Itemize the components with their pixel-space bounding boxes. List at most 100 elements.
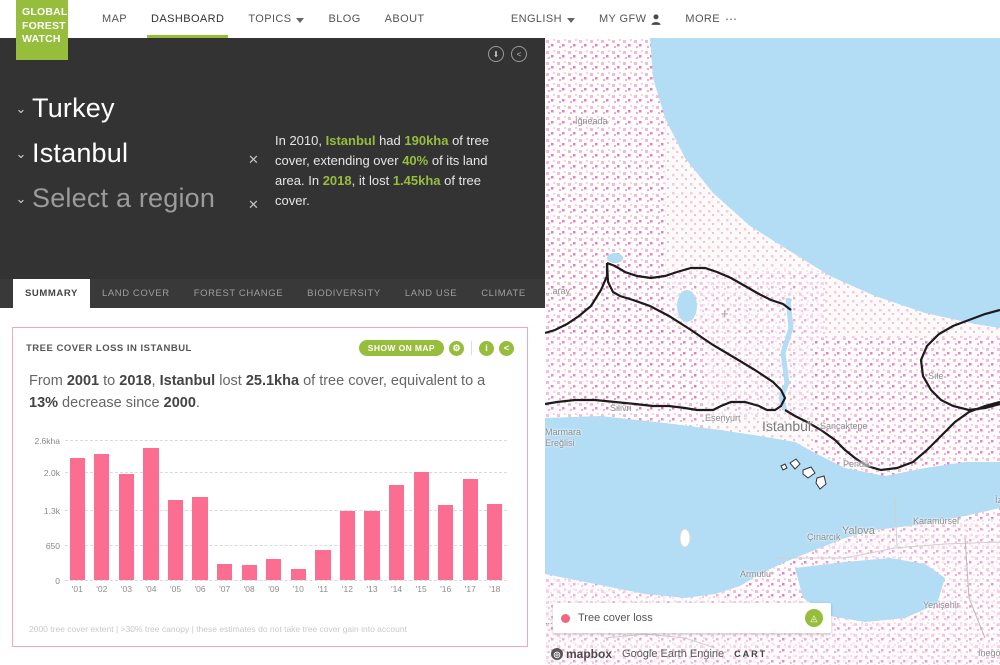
chart-bar[interactable] bbox=[167, 500, 184, 580]
nav-label: MAP bbox=[102, 13, 128, 25]
chart-x-tick: '16 bbox=[440, 584, 452, 594]
chevron-down-icon: ⌄ bbox=[15, 191, 27, 206]
chart-x-tick: '12 bbox=[341, 584, 353, 594]
sentence-pct: 13% bbox=[29, 395, 59, 411]
panel-summary-sentence: In 2010, Istanbul had 190kha of tree cov… bbox=[275, 131, 517, 211]
nav-item-map[interactable]: MAP bbox=[90, 0, 139, 38]
nav-item-blog[interactable]: BLOG bbox=[316, 0, 372, 38]
chart-bar-slot[interactable] bbox=[237, 440, 262, 580]
widget-header: TREE COVER LOSS IN ISTANBUL SHOW ON MAP … bbox=[13, 328, 527, 356]
map-canvas[interactable]: + İğneada ...aray Silivri Esenyurt Istan… bbox=[545, 38, 1000, 665]
chart-bar-slot[interactable] bbox=[262, 440, 287, 580]
chart-gridline: 0 bbox=[55, 576, 507, 586]
chart-x-tick: '06 bbox=[194, 584, 206, 594]
expand-icon[interactable]: ◬ bbox=[805, 609, 823, 627]
chart-bars bbox=[65, 440, 507, 580]
dashboard-tabs: SUMMARY LAND COVER FOREST CHANGE BIODIVE… bbox=[0, 279, 545, 308]
map-label: Yenişehir bbox=[923, 600, 960, 610]
subregion-selector[interactable]: ⌄ Select a region bbox=[10, 176, 270, 221]
map-label: Silivri bbox=[610, 403, 632, 413]
chart-x-tick: '18 bbox=[489, 584, 501, 594]
show-on-map-button[interactable]: SHOW ON MAP bbox=[358, 340, 444, 356]
chart-x-tick: '05 bbox=[169, 584, 182, 594]
chart-bar-slot[interactable] bbox=[65, 440, 90, 580]
mapbox-label: mapbox bbox=[566, 647, 613, 661]
tab-climate[interactable]: CLIMATE bbox=[469, 279, 538, 308]
settings-gear-icon[interactable]: ⚙ bbox=[449, 340, 464, 356]
chart-x-axis: '01 '02 '03 '04 '05 '06 '07 '08 '09 '10 '11 '12 '13 '… bbox=[65, 584, 507, 594]
chart-bar-slot[interactable] bbox=[114, 440, 139, 580]
chart-bar-slot[interactable] bbox=[163, 440, 188, 580]
sentence-part: lost bbox=[215, 373, 246, 389]
nav-item-more[interactable]: MORE ⋯ bbox=[673, 0, 750, 38]
clear-country-button[interactable]: ✕ bbox=[248, 152, 259, 168]
chart-bar[interactable] bbox=[143, 448, 159, 580]
gfw-logo[interactable]: GLOBAL FOREST WATCH bbox=[16, 0, 68, 60]
mapbox-logo[interactable]: ◎ mapbox bbox=[551, 647, 612, 661]
sentence-place: Istanbul bbox=[325, 133, 376, 148]
tab-forest-change[interactable]: FOREST CHANGE bbox=[182, 279, 295, 308]
widget-title: TREE COVER LOSS IN ISTANBUL bbox=[26, 342, 192, 354]
chart-x-tick: '13 bbox=[366, 584, 378, 594]
share-icon[interactable]: < bbox=[511, 46, 527, 62]
chart-bar-slot[interactable] bbox=[409, 440, 434, 580]
sentence-part: had bbox=[375, 133, 405, 148]
chart-bar[interactable] bbox=[364, 510, 380, 580]
nav-item-my-gfw[interactable]: MY GFW bbox=[587, 0, 673, 38]
country-selector[interactable]: ⌄ Turkey ✕ bbox=[10, 86, 270, 167]
chart-bar-slot[interactable] bbox=[384, 440, 409, 580]
chart-bar[interactable] bbox=[192, 497, 208, 580]
chart-bar-slot[interactable] bbox=[335, 440, 360, 580]
chart-bar-slot[interactable] bbox=[139, 440, 164, 580]
chart-bar-slot[interactable] bbox=[433, 440, 458, 580]
chart-plot-area: 0 650 1.3k 2.0k 2.6kha bbox=[34, 436, 507, 586]
chart-bar[interactable] bbox=[241, 564, 257, 580]
chart-bar[interactable] bbox=[266, 559, 282, 580]
chart-bar[interactable] bbox=[388, 485, 405, 580]
chart-bar-slot[interactable] bbox=[212, 440, 237, 580]
carto-credit[interactable]: CART bbox=[734, 649, 767, 659]
chart-bar[interactable] bbox=[462, 478, 478, 580]
sentence-loss: 1.45kha bbox=[392, 173, 441, 188]
chart-bar[interactable] bbox=[339, 510, 356, 580]
nav-item-about[interactable]: ABOUT bbox=[373, 0, 437, 38]
nav-item-language[interactable]: ENGLISH bbox=[499, 0, 587, 38]
nav-item-topics[interactable]: TOPICS bbox=[236, 0, 316, 38]
share-icon[interactable]: < bbox=[499, 340, 514, 356]
tab-land-cover[interactable]: LAND COVER bbox=[90, 279, 182, 308]
tab-land-use[interactable]: LAND USE bbox=[393, 279, 469, 308]
info-icon[interactable]: i bbox=[479, 340, 494, 356]
sentence-part: decrease since bbox=[58, 395, 164, 411]
chart-bar-slot[interactable] bbox=[311, 440, 336, 580]
chart-x-tick: '01 bbox=[71, 584, 83, 594]
chart-bar-slot[interactable] bbox=[188, 440, 213, 580]
chart-bar[interactable] bbox=[290, 569, 306, 580]
chart-bar-slot[interactable] bbox=[90, 440, 115, 580]
nav-label: MORE bbox=[685, 13, 720, 25]
tab-biodiversity[interactable]: BIODIVERSITY bbox=[295, 279, 393, 308]
chart-bar-slot[interactable] bbox=[286, 440, 311, 580]
chart-bar[interactable] bbox=[69, 458, 85, 580]
chart-bar[interactable] bbox=[315, 549, 331, 580]
region-selector[interactable]: ⌄ Istanbul ✕ bbox=[10, 131, 270, 212]
map-label: Armutlu bbox=[740, 569, 772, 579]
chart-bar[interactable] bbox=[487, 503, 503, 580]
chart-bar-slot[interactable] bbox=[458, 440, 483, 580]
chart-bar[interactable] bbox=[438, 504, 454, 580]
chart-bar[interactable] bbox=[217, 563, 233, 580]
chart-bar[interactable] bbox=[118, 474, 135, 580]
map-attribution: ◎ mapbox Google Earth Engine CART bbox=[551, 647, 767, 661]
chart-x-tick: '02 bbox=[96, 584, 108, 594]
chart-bar[interactable] bbox=[94, 454, 110, 580]
download-icon[interactable]: ⬇ bbox=[488, 46, 504, 62]
google-earth-engine-credit[interactable]: Google Earth Engine bbox=[622, 648, 724, 660]
chart-bar-slot[interactable] bbox=[483, 440, 508, 580]
map-label: Ereğlisi bbox=[545, 438, 575, 448]
map-legend[interactable]: Tree cover loss ◬ bbox=[553, 603, 831, 633]
tab-summary[interactable]: SUMMARY bbox=[13, 279, 90, 308]
chart-bar[interactable] bbox=[413, 472, 429, 580]
clear-region-button[interactable]: ✕ bbox=[248, 197, 259, 213]
chart-bar-slot[interactable] bbox=[360, 440, 385, 580]
subregion-selector-label: Select a region bbox=[32, 183, 216, 213]
nav-item-dashboard[interactable]: DASHBOARD bbox=[139, 0, 236, 38]
